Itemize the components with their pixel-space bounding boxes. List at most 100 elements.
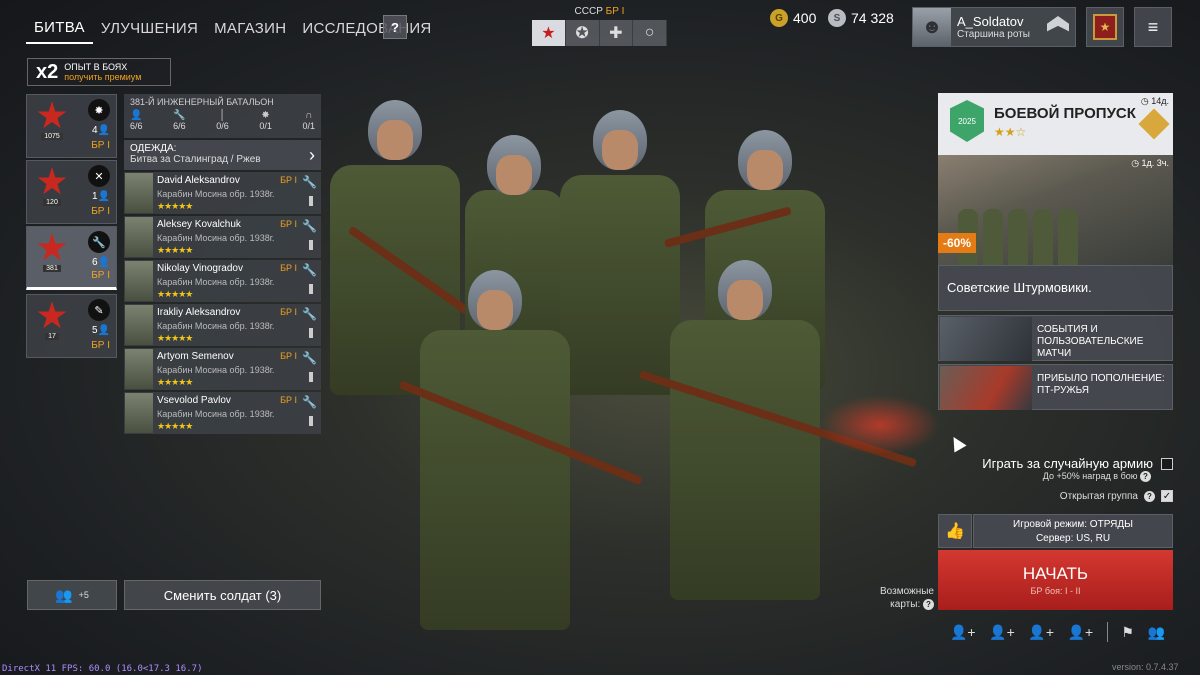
add-friend-icon[interactable]: 👤+ bbox=[989, 624, 1015, 641]
invite-count: +5 bbox=[78, 590, 89, 600]
squad-card[interactable]: 17 ✎ 5👤 БР I bbox=[26, 294, 117, 358]
help-icon[interactable]: ? bbox=[1140, 471, 1151, 482]
squad-3d-scene bbox=[320, 95, 918, 650]
soldier-name: David Aleksandrov bbox=[157, 175, 240, 186]
headset-icon: ∩ bbox=[305, 110, 313, 121]
tab-germany-cross-icon[interactable]: ✚ bbox=[599, 20, 634, 46]
silver-currency[interactable]: S 74 328 bbox=[828, 9, 894, 27]
group-icon[interactable]: 👥 bbox=[1148, 624, 1165, 641]
achievements-button[interactable]: ★ bbox=[1086, 7, 1124, 47]
gold-currency[interactable]: G 400 bbox=[770, 9, 816, 27]
discount-badge: -60% bbox=[938, 233, 977, 253]
tab-japan-ring-icon[interactable]: ○ bbox=[633, 20, 667, 46]
menu-button[interactable]: ≡ bbox=[1134, 7, 1172, 47]
possible-maps[interactable]: Возможные карты: ? bbox=[872, 585, 934, 611]
tab-battle[interactable]: БИТВА bbox=[26, 13, 93, 44]
start-label: НАЧАТЬ bbox=[1022, 564, 1089, 583]
player-rank: Старшина роты bbox=[957, 29, 1030, 40]
random-army-option: Играть за случайную армию До +50% наград… bbox=[960, 456, 1173, 482]
get-premium-link[interactable]: получить премиум bbox=[64, 72, 141, 82]
open-group-checkbox[interactable]: ✓ bbox=[1161, 490, 1173, 502]
flag-icon[interactable]: ⚑ bbox=[1121, 624, 1134, 641]
tab-upgrades[interactable]: УЛУЧШЕНИЯ bbox=[93, 14, 206, 43]
start-button[interactable]: НАЧАТЬ БР боя: I - II bbox=[938, 550, 1173, 610]
grenade-icon bbox=[309, 372, 313, 382]
soldier-br: БР I bbox=[280, 395, 297, 405]
squad-br: БР I bbox=[91, 206, 110, 217]
help-icon[interactable]: ? bbox=[923, 599, 934, 610]
news-text: СОБЫТИЯ И ПОЛЬЗОВАТЕЛЬСКИЕ МАТЧИ bbox=[1037, 324, 1144, 359]
battle-pass-reward-icon bbox=[1138, 108, 1170, 140]
news-item[interactable]: СОБЫТИЯ И ПОЛЬЗОВАТЕЛЬСКИЕ МАТЧИ bbox=[938, 315, 1173, 361]
soldier-stars: ★★★★★ bbox=[157, 377, 193, 387]
help-button[interactable]: ? bbox=[383, 15, 407, 39]
open-group-option: Открытая группа ? ✓ bbox=[1000, 490, 1173, 502]
soldier-row[interactable]: Artyom Semenov Карабин Мосина обр. 1938г… bbox=[124, 348, 321, 390]
soldier-br: БР I bbox=[280, 307, 297, 317]
soldier-name: Artyom Semenov bbox=[157, 351, 234, 362]
soldier-weapon: Карабин Мосина обр. 1938г. bbox=[157, 189, 275, 199]
gold-amount: 400 bbox=[793, 10, 817, 26]
avatar: ☻ bbox=[913, 8, 951, 46]
profile-card[interactable]: ☻ A_Soldatov Старшина роты bbox=[912, 7, 1076, 47]
tab-research[interactable]: ИССЛЕДОВАНИЯ bbox=[294, 14, 439, 43]
red-star-icon bbox=[37, 167, 67, 195]
thumbs-up-icon[interactable]: 👍 bbox=[938, 514, 972, 548]
exp-label: ОПЫТ В БОЯХ bbox=[64, 62, 128, 72]
soldier-name: Aleksey Kovalchuk bbox=[157, 219, 241, 230]
news-text: ПРИБЫЛО ПОПОЛНЕНИЕ: ПТ-РУЖЬЯ bbox=[1037, 373, 1165, 396]
silver-amount: 74 328 bbox=[851, 10, 894, 26]
clothes-value: Битва за Сталинград / Ржев bbox=[130, 154, 261, 165]
random-army-bonus: До +50% наград в бою bbox=[1042, 471, 1138, 481]
soldier-stars: ★★★★★ bbox=[157, 201, 193, 211]
help-icon[interactable]: ? bbox=[1144, 490, 1155, 502]
open-group-label: Открытая группа bbox=[1059, 490, 1138, 502]
squad-card[interactable]: 120 ✕ 1👤 БР I bbox=[26, 160, 117, 224]
squad-emblem: 120 bbox=[35, 167, 69, 211]
soldier-row[interactable]: David Aleksandrov Карабин Мосина обр. 19… bbox=[124, 172, 321, 214]
promo-soldier bbox=[1008, 209, 1028, 265]
promo-soldier bbox=[1033, 209, 1053, 265]
tab-shop[interactable]: МАГАЗИН bbox=[206, 14, 294, 43]
random-army-checkbox[interactable] bbox=[1161, 457, 1173, 470]
explosion-icon: ✸ bbox=[261, 110, 270, 121]
soldier-row[interactable]: Nikolay Vinogradov Карабин Мосина обр. 1… bbox=[124, 260, 321, 302]
player-name: A_Soldatov bbox=[957, 14, 1024, 29]
feather-icon: ✎ bbox=[88, 299, 110, 321]
add-friend-icon[interactable]: 👤+ bbox=[1068, 624, 1094, 641]
soldier-stars: ★★★★★ bbox=[157, 421, 193, 431]
tab-ussr-star-icon[interactable]: ★ bbox=[532, 20, 566, 46]
soldier-name: Vsevolod Pavlov bbox=[157, 395, 231, 406]
news-item[interactable]: ПРИБЫЛО ПОПОЛНЕНИЕ: ПТ-РУЖЬЯ bbox=[938, 364, 1173, 410]
add-friend-icon[interactable]: 👤+ bbox=[1028, 624, 1054, 641]
soldier-weapon: Карабин Мосина обр. 1938г. bbox=[157, 409, 275, 419]
tab-usa-star-icon[interactable]: ✪ bbox=[565, 20, 600, 46]
server: Сервер: US, RU bbox=[1035, 533, 1111, 544]
promo-title[interactable]: Советские Штурмовики. bbox=[938, 265, 1173, 311]
news-thumbnail bbox=[940, 317, 1032, 361]
battle-pass-card[interactable]: 2025 БОЕВОЙ ПРОПУСК ★★☆ ◷ 14д. bbox=[938, 93, 1173, 155]
soldier-row[interactable]: Irakliy Aleksandrov Карабин Мосина обр. … bbox=[124, 304, 321, 346]
soldier-row[interactable]: Aleksey Kovalchuk Карабин Мосина обр. 19… bbox=[124, 216, 321, 258]
add-friend-icon[interactable]: 👤+ bbox=[950, 624, 976, 641]
squad-emblem: 1075 bbox=[35, 101, 69, 145]
invite-squad-button[interactable]: 👥 +5 bbox=[27, 580, 117, 610]
soldier-row[interactable]: Vsevolod Pavlov Карабин Мосина обр. 1938… bbox=[124, 392, 321, 434]
exp-multiplier: x2 bbox=[36, 60, 59, 83]
stat-assault: ✸ 0/1 bbox=[259, 110, 272, 131]
game-mode: Игровой режим: ОТРЯДЫ bbox=[1013, 519, 1133, 530]
soldier-name: Nikolay Vinogradov bbox=[157, 263, 243, 274]
wrench-icon: 🔧 bbox=[302, 395, 317, 409]
soldier-br: БР I bbox=[280, 351, 297, 361]
premium-exp-banner[interactable]: x2 ОПЫТ В БОЯХ получить премиум bbox=[27, 58, 171, 86]
soldier-portrait bbox=[125, 173, 153, 213]
clothes-selector[interactable]: ОДЕЖДА: Битва за Сталинград / Ржев › bbox=[124, 140, 321, 170]
change-soldier-button[interactable]: Сменить солдат (3) bbox=[124, 580, 321, 610]
game-mode-selector[interactable]: Игровой режим: ОТРЯДЫ Сервер: US, RU bbox=[973, 514, 1173, 548]
soldier-portrait bbox=[125, 217, 153, 257]
grenade-icon bbox=[309, 284, 313, 294]
squad-card-selected[interactable]: 381 🔧 6👤 БР I bbox=[26, 226, 117, 290]
battle-pass-emblem-icon: 2025 bbox=[950, 100, 984, 142]
squad-card[interactable]: 1075 ✸ 4👤 БР I bbox=[26, 94, 117, 158]
promo-banner[interactable]: -60% ◷ 1д. 3ч. bbox=[938, 155, 1173, 265]
